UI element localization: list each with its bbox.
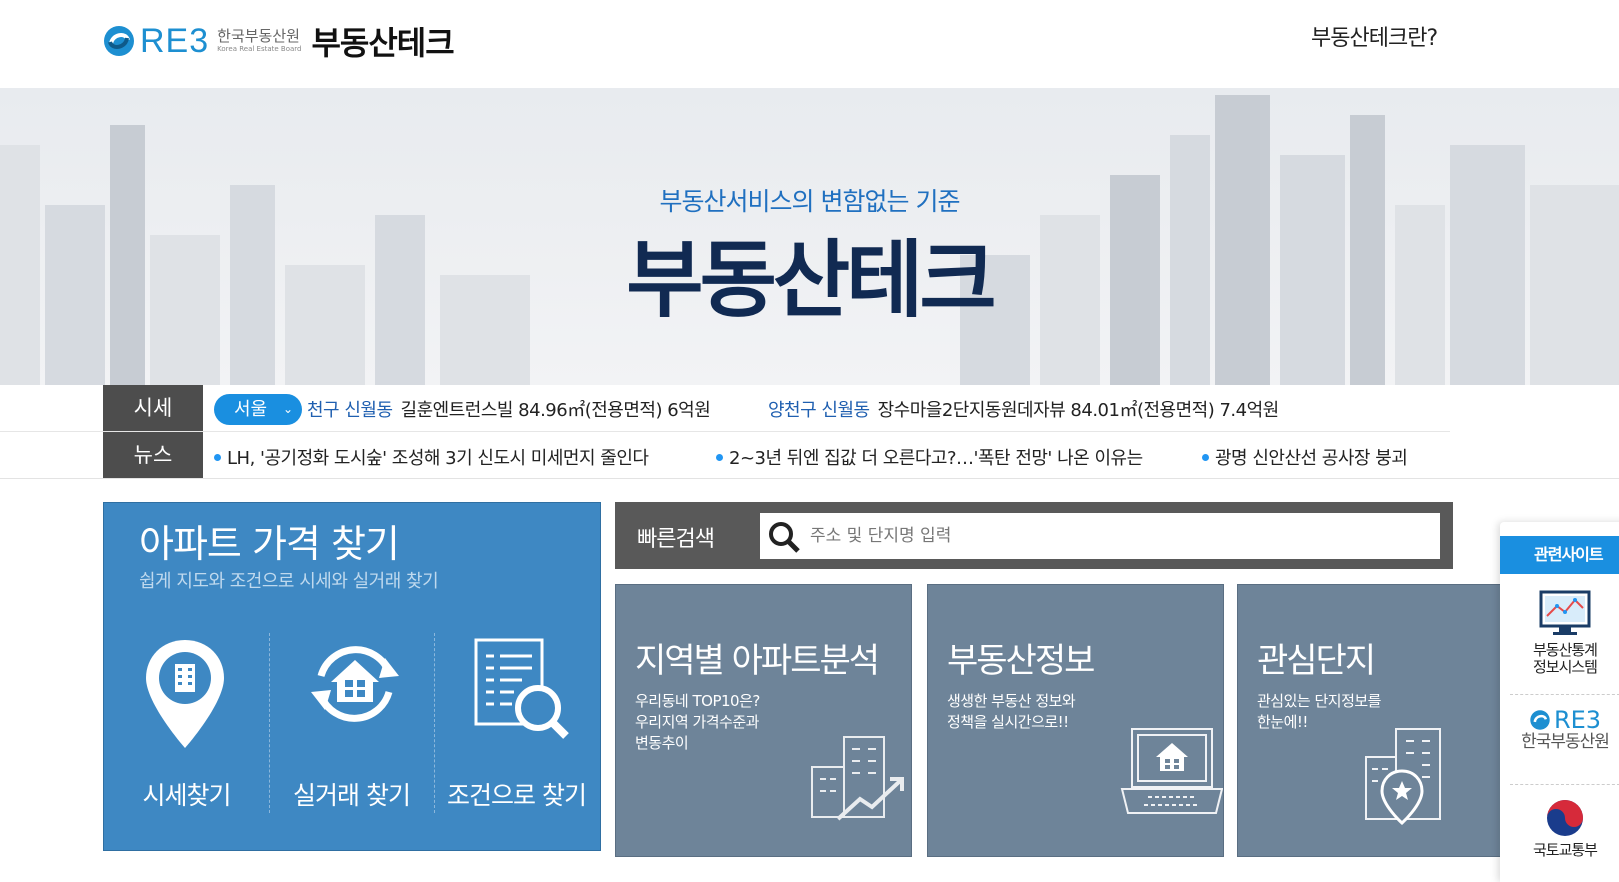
price-item[interactable]: 양천구 신월동 장수마을2단지동원데자뷰 84.01㎡(전용면적) 7.4억원 [768,396,1279,422]
price-item-district: 천구 신월동 [307,400,393,421]
region-select-value: 서울 [234,399,268,420]
price-item-district: 양천구 신월동 [768,400,870,421]
apartment-price-panel: 아파트 가격 찾기 쉽게 지도와 조건으로 시세와 실거래 찾기 시세찾기 실거… [103,502,601,851]
price-item-text: 길훈엔트런스빌 84.96㎡(전용면적) 6억원 [400,400,711,421]
search-box[interactable] [760,513,1440,559]
price-item[interactable]: 천구 신월동 길훈엔트런스빌 84.96㎡(전용면적) 6억원 [307,396,711,422]
building-chart-icon [811,736,904,821]
price-label: 시세 [103,385,203,431]
related-sites-panel: 관련사이트 부동산통계 정보시스템 RE3 한국부동산원 국토교통부 [1500,522,1619,882]
price-item-text: 장수마을2단지동원데자뷰 84.01㎡(전용면적) 7.4억원 [877,400,1280,421]
real-transaction-button[interactable]: 실거래 찾기 [269,631,434,821]
related-site-label: 국토교통부 [1532,841,1598,859]
org-name: 한국부동산원 Korea Real Estate Board [217,29,301,53]
taeguk-icon [1547,800,1583,836]
divider [1510,694,1619,695]
related-site-stats[interactable]: 부동산통계 정보시스템 [1500,590,1619,676]
about-link[interactable]: 부동산테크란? [1311,20,1438,52]
quick-search-label: 빠른검색 [637,527,715,552]
chevron-down-icon: ⌄ [282,402,293,416]
condition-search-button-label: 조건으로 찾기 [447,781,587,810]
monitor-chart-icon [1539,590,1591,635]
info-ticker: 시세 서울 ⌄ 천구 신월동 길훈엔트런스빌 84.96㎡(전용면적) 6억원 양… [0,385,1619,479]
real-transaction-button-label: 실거래 찾기 [293,781,411,810]
related-site-label: 정보시스템 [1532,658,1598,676]
region-select[interactable]: 서울 ⌄ [214,394,302,425]
search-input[interactable] [810,513,1430,559]
news-label: 뉴스 [103,432,203,478]
tile-description: 생생한 부동산 정보와 정책을 실시간으로!! [947,692,1076,731]
site-logo[interactable]: RE3 한국부동산원 Korea Real Estate Board 부동산테크 [102,18,455,64]
quick-search: 빠른검색 [615,502,1453,569]
site-header: RE3 한국부동산원 Korea Real Estate Board 부동산테크… [0,0,1619,88]
apartment-panel-subtitle: 쉽게 지도와 조건으로 시세와 실거래 찾기 [139,571,439,592]
reb-logo-icon [1530,710,1550,730]
divider [1510,784,1619,785]
news-item[interactable]: LH, '공기정화 도시숲' 조성해 3기 신도시 미세먼지 줄인다 [214,444,649,470]
org-name-kr: 한국부동산원 [217,27,300,45]
favorite-complex-tile[interactable]: 관심단지 관심있는 단지정보를 한눈에!! [1237,584,1534,857]
related-site-molit[interactable]: 국토교통부 [1500,798,1619,859]
related-sites-title: 관련사이트 [1500,536,1619,574]
real-estate-info-tile[interactable]: 부동산정보 생생한 부동산 정보와 정책을 실시간으로!! [927,584,1224,857]
document-search-icon [474,638,569,739]
apartment-panel-title: 아파트 가격 찾기 [139,522,400,566]
building-pin-icon [1365,728,1441,826]
reb-logo-icon [104,26,134,56]
news-item[interactable]: 2~3년 뒤엔 집값 더 오른다고?…'폭탄 전망' 나온 이유는 [716,444,1143,470]
tile-title: 관심단지 [1257,641,1376,681]
hero-banner: 부동산서비스의 변함없는 기준 부동산테크 [0,88,1619,385]
tile-title: 부동산정보 [947,641,1095,681]
news-item[interactable]: 광명 신안산선 공사장 붕괴 [1202,444,1408,470]
laptop-house-icon [1120,728,1223,814]
house-cycle-icon [311,646,399,722]
tile-title: 지역별 아파트분석 [635,641,880,681]
org-name-en: Korea Real Estate Board [217,45,302,53]
reb-logo-text: RE3 [1553,706,1602,734]
search-icon[interactable] [768,521,800,553]
related-site-label: 부동산통계 [1532,641,1598,659]
logo-text: RE3 [140,21,210,60]
map-pin-building-icon [146,640,224,748]
regional-analysis-tile[interactable]: 지역별 아파트분석 우리동네 TOP10은? 우리지역 가격수준과 변동추이 [615,584,912,857]
hero-title: 부동산테크 [626,231,996,329]
news-ticker-row: 뉴스 LH, '공기정화 도시숲' 조성해 3기 신도시 미세먼지 줄인다 2~… [0,432,1450,479]
related-site-reb[interactable]: RE3 한국부동산원 [1500,706,1619,751]
market-price-button-label: 시세찾기 [142,781,231,810]
tile-description: 우리동네 TOP10은? 우리지역 가격수준과 변동추이 [635,692,760,752]
condition-search-button[interactable]: 조건으로 찾기 [434,631,599,821]
service-name: 부동산테크 [311,24,454,62]
market-price-button[interactable]: 시세찾기 [104,631,269,821]
related-site-label: 한국부동산원 [1521,732,1610,752]
price-ticker-row: 시세 서울 ⌄ 천구 신월동 길훈엔트런스빌 84.96㎡(전용면적) 6억원 양… [0,385,1450,432]
